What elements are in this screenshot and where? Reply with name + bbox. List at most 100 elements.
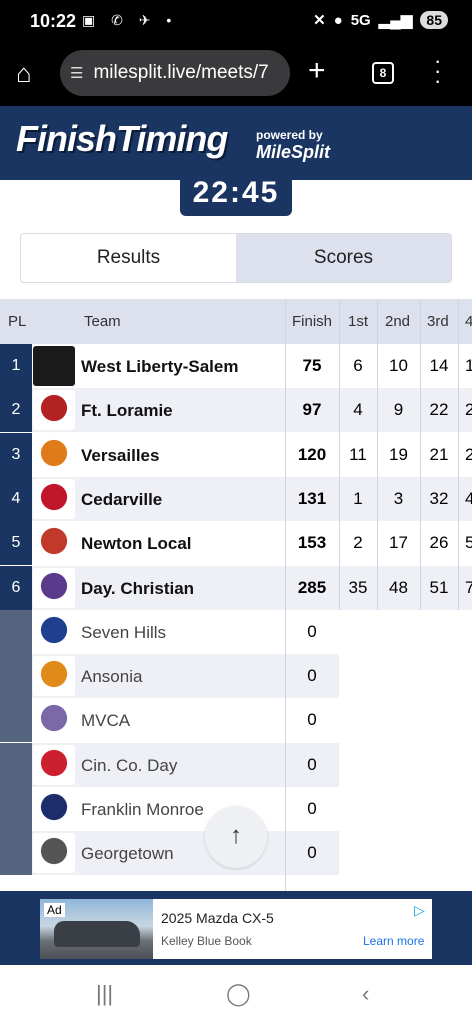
car-image xyxy=(54,921,140,947)
runner-3-place: 51 xyxy=(429,577,449,597)
powered-by-label: powered by xyxy=(256,128,323,142)
recents-icon[interactable]: ||| xyxy=(96,981,113,1007)
tab-switcher-button[interactable]: 8 xyxy=(372,62,394,84)
team-name[interactable]: Georgetown xyxy=(81,844,174,864)
runner-3-place: 22 xyxy=(429,400,449,420)
table-row[interactable]: 5 Newton Local 153 2 17 26 5 xyxy=(0,521,472,566)
overflow-menu-icon[interactable]: · · · xyxy=(434,50,441,92)
team-logo-icon[interactable] xyxy=(33,390,75,431)
adchoices-icon[interactable]: ▷ xyxy=(414,902,425,919)
new-tab-icon[interactable]: + xyxy=(308,54,326,88)
network-label: 5G xyxy=(350,11,371,29)
team-logo-icon[interactable] xyxy=(33,346,75,386)
table-row[interactable]: 6 Day. Christian 285 35 48 51 7 xyxy=(0,565,472,610)
table-row[interactable]: 4 Cedarville 131 1 3 32 4 xyxy=(0,476,472,521)
column-divider xyxy=(377,299,378,610)
address-bar[interactable]: ☰ milesplit.live/meets/7 xyxy=(60,50,290,96)
team-name[interactable]: West Liberty-Salem xyxy=(81,357,238,377)
location-icon: ● xyxy=(333,11,343,29)
team-logo-icon[interactable] xyxy=(33,744,75,785)
notification-icons: ▣ ✆ ✈ • xyxy=(82,12,178,28)
runner-2-place: 3 xyxy=(393,488,404,508)
ad-source: Kelley Blue Book xyxy=(161,934,252,948)
runner-2-place: 17 xyxy=(389,533,408,553)
scroll-to-top-button[interactable]: ↑ xyxy=(205,806,267,868)
col-pl: PL xyxy=(8,313,27,330)
ad-title[interactable]: 2025 Mazda CX-5 xyxy=(161,910,274,926)
ad-tag: Ad xyxy=(44,903,65,917)
system-nav-bar: ||| ◯ ‹ xyxy=(0,965,472,1024)
home-icon[interactable]: ⌂ xyxy=(16,58,46,88)
team-name[interactable]: Cin. Co. Day xyxy=(81,756,177,776)
finish-score: 75 xyxy=(302,356,322,375)
site-header: FinishTiming powered by MileSplit xyxy=(0,106,472,180)
table-row[interactable]: Seven Hills 0 xyxy=(0,609,472,654)
team-logo-icon[interactable] xyxy=(33,656,75,697)
home-nav-icon[interactable]: ◯ xyxy=(226,981,251,1007)
team-logo-icon[interactable] xyxy=(33,567,75,608)
finish-score: 285 xyxy=(297,577,327,597)
runner-4-place: 1 xyxy=(465,356,472,375)
finish-score: 0 xyxy=(307,621,317,641)
results-scores-toggle: Results Scores xyxy=(20,233,452,283)
col-4th: 4 xyxy=(465,313,472,330)
table-row[interactable]: Ansonia 0 xyxy=(0,654,472,699)
ad-banner[interactable]: Ad ▷ 2025 Mazda CX-5 Kelley Blue Book Le… xyxy=(40,899,432,959)
team-logo-icon[interactable] xyxy=(33,478,75,519)
team-name[interactable]: MVCA xyxy=(81,711,130,731)
col-finish: Finish xyxy=(292,313,333,330)
ad-image[interactable]: Ad xyxy=(40,899,153,959)
team-name[interactable]: Seven Hills xyxy=(81,623,166,643)
place-cell xyxy=(0,787,32,831)
status-bar: 10:22 ▣ ✆ ✈ • ✕ ● 5G ▂▄▆ 85 xyxy=(0,0,472,44)
team-logo-icon[interactable] xyxy=(33,611,75,652)
table-row[interactable]: Cin. Co. Day 0 xyxy=(0,742,472,787)
place-cell: 2 xyxy=(0,388,32,433)
team-logo-icon[interactable] xyxy=(33,833,75,874)
table-header: PL Team Finish 1st 2nd 3rd 4 xyxy=(0,299,472,344)
arrow-up-icon: ↑ xyxy=(230,822,242,849)
finish-score: 97 xyxy=(302,400,322,420)
runner-1-place: 6 xyxy=(353,356,363,375)
team-name[interactable]: Newton Local xyxy=(81,534,192,554)
signal-icon: ▂▄▆ xyxy=(378,12,413,29)
table-row[interactable]: 2 Ft. Loramie 97 4 9 22 2 xyxy=(0,388,472,433)
runner-4-place: 2 xyxy=(465,444,472,464)
runner-1-place: 4 xyxy=(353,400,363,420)
battery-badge: 85 xyxy=(420,11,448,29)
team-logo-icon[interactable] xyxy=(33,789,75,829)
team-name[interactable]: Versailles xyxy=(81,446,159,466)
finish-score: 0 xyxy=(307,799,317,818)
back-icon[interactable]: ‹ xyxy=(362,981,369,1007)
runner-3-place: 14 xyxy=(429,356,449,375)
ad-learn-more[interactable]: Learn more xyxy=(363,934,424,948)
runner-4-place: 5 xyxy=(465,533,472,553)
finish-score: 0 xyxy=(307,710,317,730)
milesplit-logo[interactable]: MileSplit xyxy=(256,142,330,163)
finishtiming-logo[interactable]: FinishTiming xyxy=(16,118,228,160)
table-row[interactable]: 3 Versailles 120 11 19 21 2 xyxy=(0,432,472,477)
team-logo-icon[interactable] xyxy=(33,523,75,564)
tab-scores[interactable]: Scores xyxy=(236,234,451,282)
table-row[interactable]: 1 West Liberty-Salem 75 6 10 14 1 xyxy=(0,344,472,388)
browser-toolbar: ⌂ ☰ milesplit.live/meets/7 + 8 · · · xyxy=(0,44,472,106)
runner-4-place: 4 xyxy=(465,488,472,508)
team-name[interactable]: Cedarville xyxy=(81,490,162,510)
runner-4-place: 7 xyxy=(465,577,472,597)
table-row[interactable]: MVCA 0 xyxy=(0,698,472,743)
team-logo-icon[interactable] xyxy=(33,434,75,475)
runner-3-place: 26 xyxy=(429,533,449,553)
team-name[interactable]: Day. Christian xyxy=(81,579,194,599)
team-logo-icon[interactable] xyxy=(33,700,75,741)
finish-score: 0 xyxy=(307,666,317,686)
url-text: milesplit.live/meets/7 xyxy=(93,62,269,83)
scores-table[interactable]: PL Team Finish 1st 2nd 3rd 4 1 West Liber… xyxy=(0,299,472,891)
col-team: Team xyxy=(84,313,121,330)
team-name[interactable]: Ft. Loramie xyxy=(81,401,173,421)
column-divider xyxy=(339,299,340,610)
team-name[interactable]: Franklin Monroe xyxy=(81,800,204,820)
team-name[interactable]: Ansonia xyxy=(81,667,142,687)
tab-results[interactable]: Results xyxy=(21,234,236,282)
site-settings-icon[interactable]: ☰ xyxy=(70,64,83,82)
runner-4-place: 2 xyxy=(465,400,472,420)
